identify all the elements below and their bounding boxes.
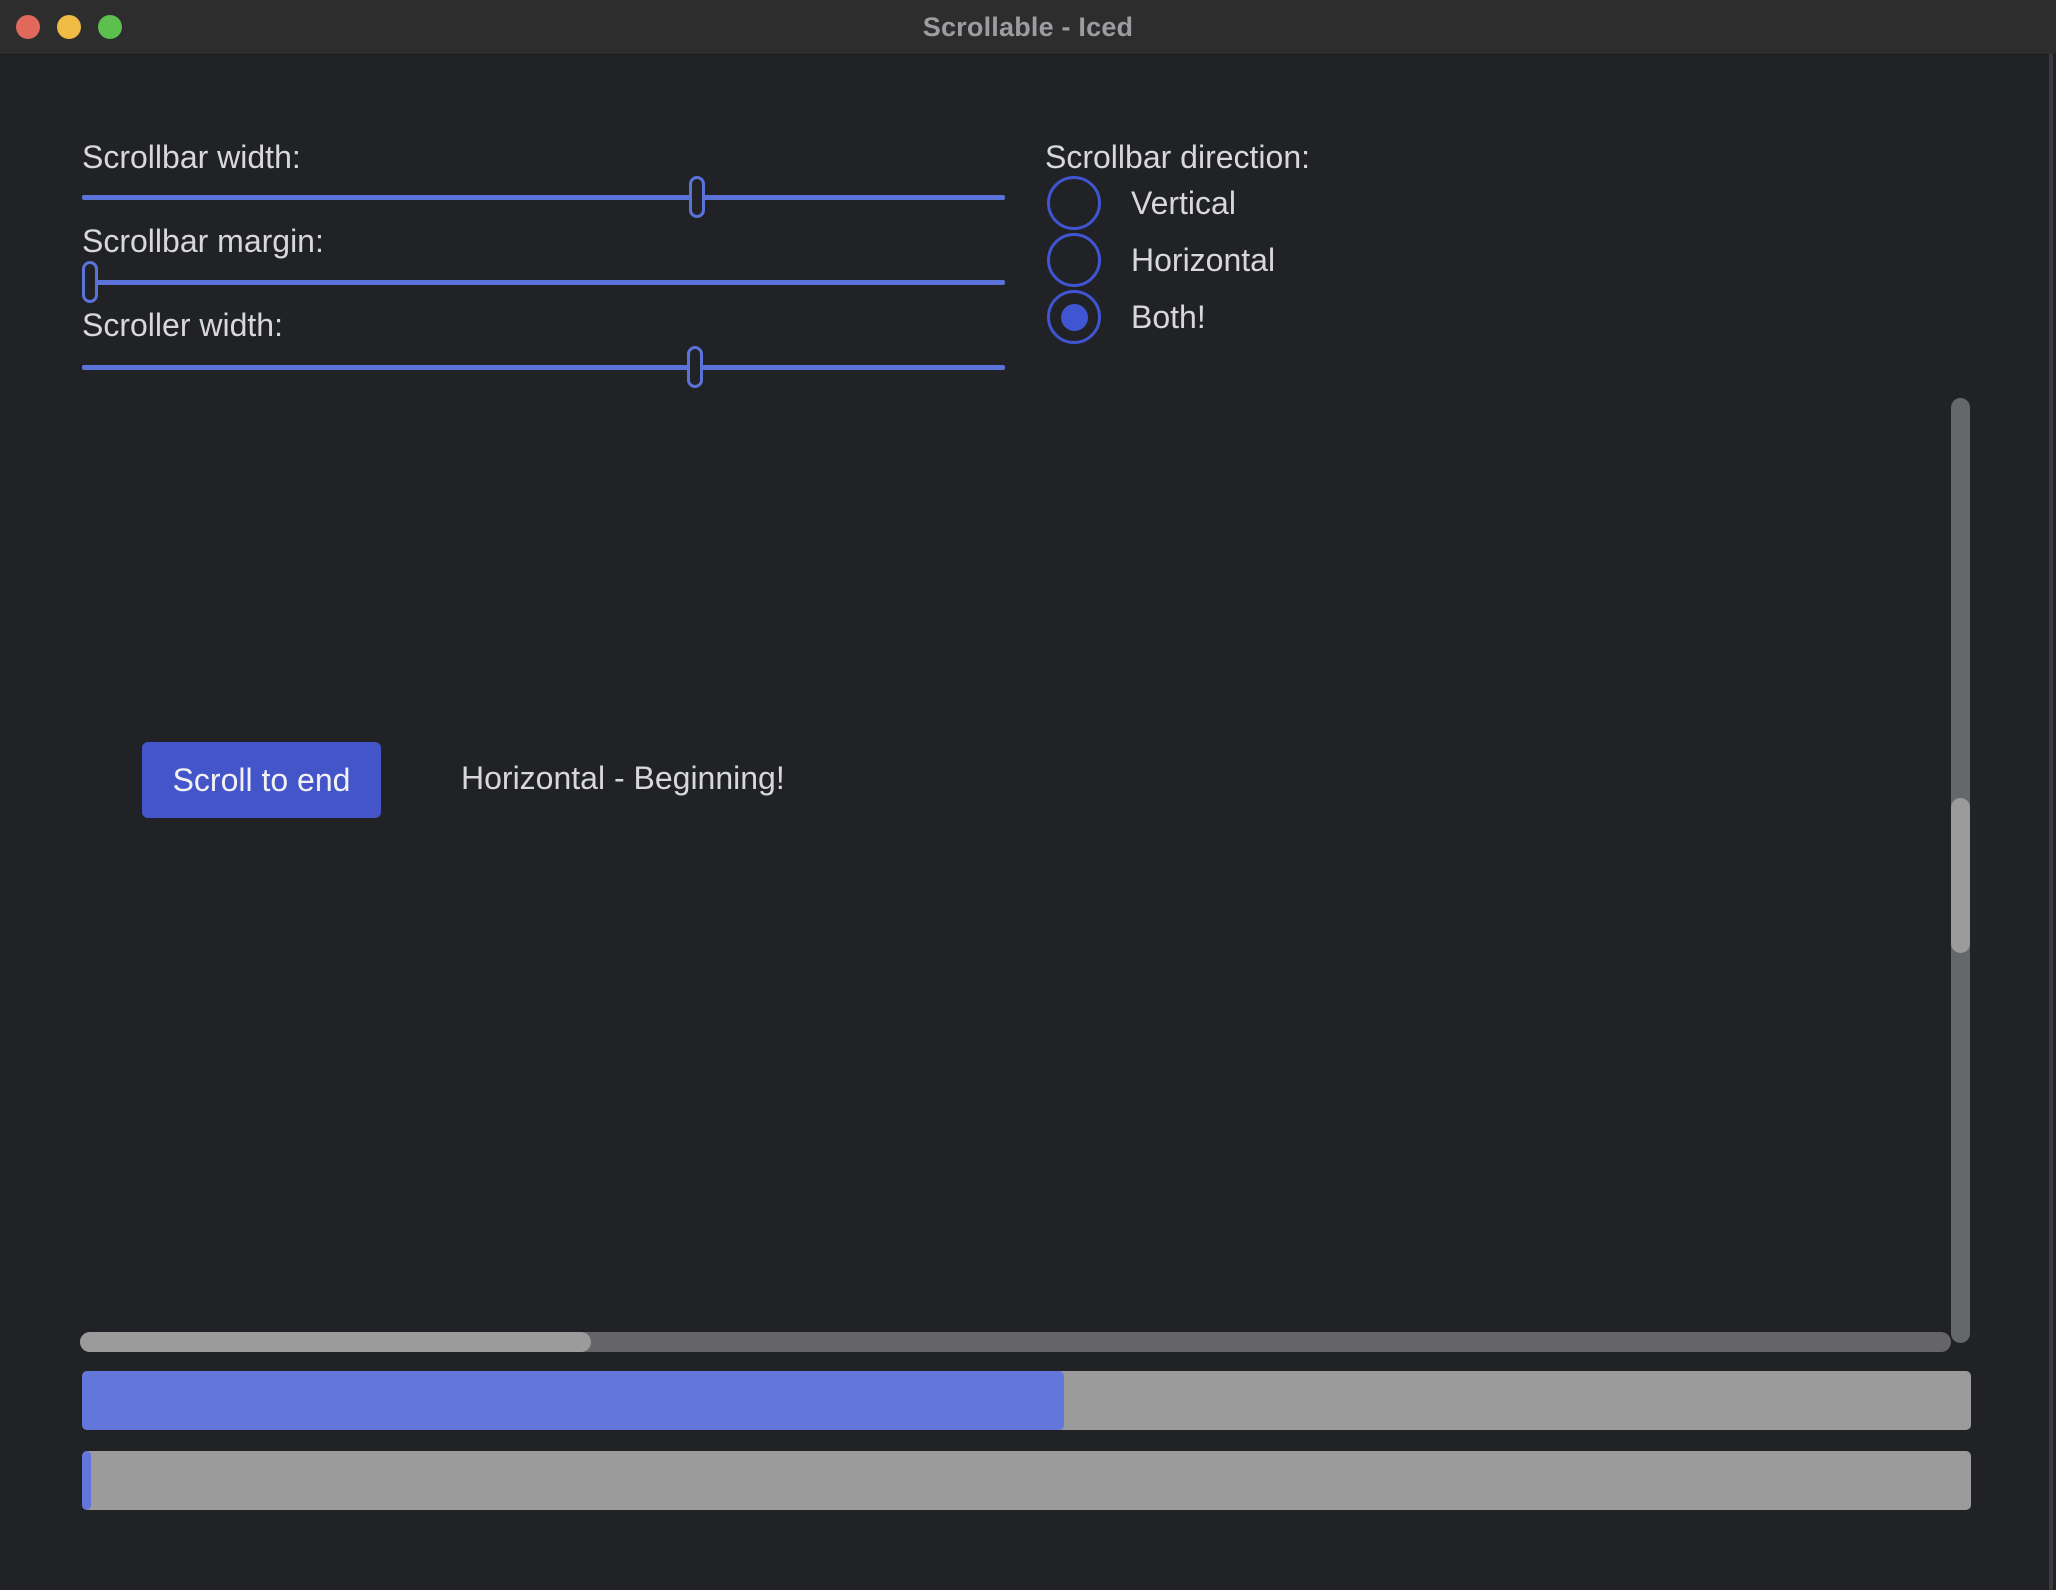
vertical-scrollbar-track[interactable] (1951, 398, 1970, 1343)
radio-circle-icon (1047, 290, 1101, 344)
radio-dot-icon (1061, 304, 1088, 331)
radio-label: Vertical (1131, 185, 1236, 222)
radio-horizontal[interactable]: Horizontal (1047, 232, 1275, 288)
scrollbar-width-slider[interactable] (82, 176, 1005, 218)
slider-rail[interactable] (82, 195, 1005, 200)
progress-fill (82, 1451, 91, 1510)
progress-fill (82, 1371, 1064, 1430)
vertical-progress-bar (82, 1451, 1971, 1510)
radio-label: Both! (1131, 299, 1206, 336)
slider-handle[interactable] (82, 261, 98, 303)
slider-rail[interactable] (82, 280, 1005, 285)
scroll-to-end-button[interactable]: Scroll to end (142, 742, 381, 818)
vertical-scrollbar-thumb[interactable] (1951, 798, 1970, 953)
horizontal-scrollbar-thumb[interactable] (80, 1332, 591, 1352)
minimize-button[interactable] (57, 15, 81, 39)
scroller-width-label: Scroller width: (82, 305, 283, 345)
horizontal-progress-bar (82, 1371, 1971, 1430)
scrollbar-direction-label: Scrollbar direction: (1045, 137, 1310, 177)
scrollbar-width-label: Scrollbar width: (82, 137, 301, 177)
radio-label: Horizontal (1131, 242, 1275, 279)
window-title: Scrollable - Iced (923, 12, 1133, 43)
zoom-button[interactable] (98, 15, 122, 39)
scrollbar-margin-label: Scrollbar margin: (82, 221, 324, 261)
radio-both[interactable]: Both! (1047, 289, 1206, 345)
slider-rail[interactable] (82, 365, 1005, 370)
scrollbar-margin-slider[interactable] (82, 261, 1005, 303)
window-edge (2049, 54, 2053, 1590)
scroller-width-slider[interactable] (82, 346, 1005, 388)
titlebar: Scrollable - Iced (0, 0, 2056, 55)
slider-handle[interactable] (687, 346, 703, 388)
radio-circle-icon (1047, 176, 1101, 230)
radio-circle-icon (1047, 233, 1101, 287)
traffic-lights (0, 0, 122, 54)
close-button[interactable] (16, 15, 40, 39)
app-window: Scrollable - Iced Scrollbar width: Scrol… (0, 0, 2056, 1590)
scroll-status-text: Horizontal - Beginning! (461, 760, 785, 797)
horizontal-scrollbar-track[interactable] (80, 1332, 1951, 1352)
radio-vertical[interactable]: Vertical (1047, 175, 1236, 231)
slider-handle[interactable] (689, 176, 705, 218)
